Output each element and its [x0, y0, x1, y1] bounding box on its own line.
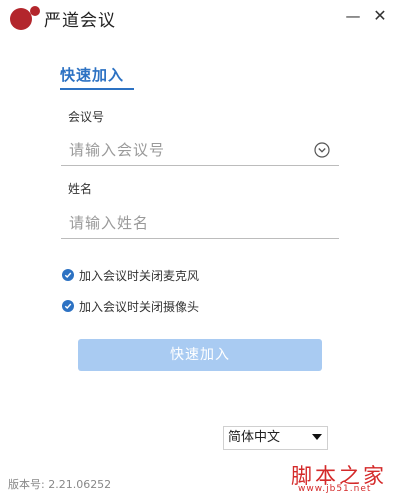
mute-mic-option[interactable]: 加入会议时关闭麦克风 [62, 266, 199, 284]
app-title: 严道会议 [44, 11, 116, 31]
tab-active-indicator [60, 88, 134, 90]
caret-down-icon [312, 434, 322, 440]
close-button[interactable]: ✕ [368, 4, 392, 28]
title-bar: 严道会议 — ✕ [0, 0, 400, 36]
tab-quick-join[interactable]: 快速加入 [60, 64, 124, 85]
name-input[interactable] [61, 207, 339, 239]
mute-mic-label: 加入会议时关闭麦克风 [79, 268, 200, 283]
chevron-down-circle-icon[interactable] [314, 142, 330, 158]
checkmark-icon[interactable] [62, 300, 74, 312]
meeting-id-label: 会议号 [68, 110, 105, 124]
quick-join-button[interactable]: 快速加入 [78, 339, 322, 371]
meeting-id-input[interactable] [61, 134, 339, 166]
language-selected-value: 简体中文 [228, 430, 281, 445]
checkmark-icon[interactable] [62, 269, 74, 281]
app-logo-icon [10, 6, 44, 32]
disable-camera-option[interactable]: 加入会议时关闭摄像头 [62, 297, 199, 315]
version-text: 版本号: 2.21.06252 [8, 478, 112, 491]
disable-camera-label: 加入会议时关闭摄像头 [79, 299, 200, 314]
name-label: 姓名 [68, 182, 93, 196]
minimize-button[interactable]: — [341, 4, 365, 28]
watermark-url: www.jb51.net [298, 484, 372, 494]
language-select[interactable]: 简体中文 [223, 426, 328, 450]
